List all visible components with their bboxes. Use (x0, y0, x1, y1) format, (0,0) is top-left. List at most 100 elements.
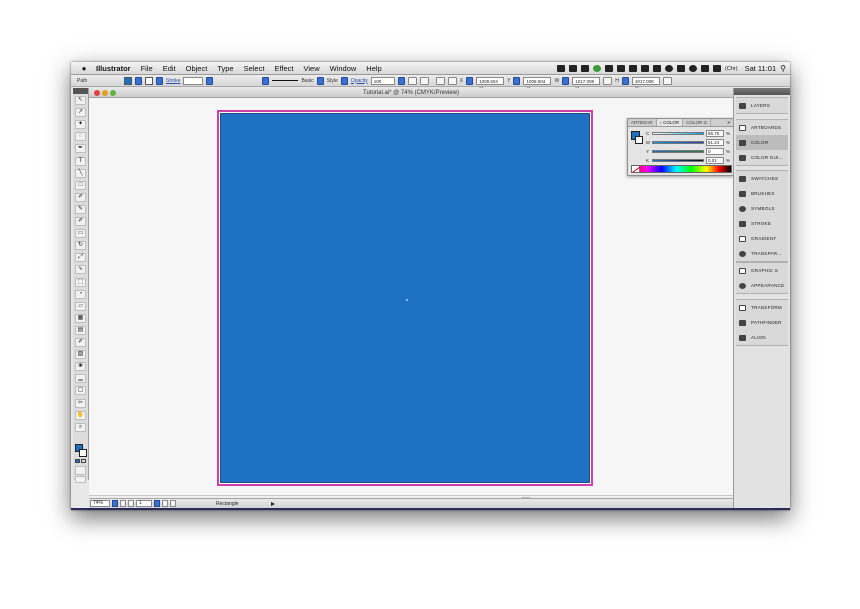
brush-dropdown[interactable] (316, 76, 324, 85)
slice-tool-icon[interactable]: ✂ (75, 398, 86, 408)
artboard-number-field[interactable]: 1 (136, 500, 152, 507)
stroke-weight-field[interactable] (183, 76, 204, 85)
next-artboard-button[interactable] (162, 500, 168, 507)
opacity-field[interactable]: 100 (370, 76, 395, 85)
black-value[interactable]: 0.01 (706, 157, 724, 164)
panel-menu-icon[interactable]: » (724, 119, 733, 126)
cyan-slider[interactable] (652, 132, 704, 135)
mesh-tool-icon[interactable]: ▦ (75, 313, 86, 323)
none-swatch-icon[interactable] (632, 166, 640, 172)
display-icon[interactable] (701, 65, 710, 72)
menu-help[interactable]: Help (361, 62, 386, 75)
transform-options-icon[interactable] (662, 76, 672, 85)
blend-tool-icon[interactable]: ▧ (75, 350, 86, 360)
menu-view[interactable]: View (298, 62, 324, 75)
dock-item-artboards[interactable]: ARTBOARDS (736, 120, 788, 135)
dock-header[interactable] (734, 88, 790, 95)
stroke-dropdown[interactable] (156, 76, 163, 85)
volume-icon[interactable] (677, 65, 686, 72)
h-field[interactable]: 1017.008 pt (631, 76, 660, 91)
x-field[interactable]: 1008.504 pt (476, 76, 505, 91)
status-icon[interactable] (665, 65, 674, 72)
type-tool-icon[interactable]: T (75, 156, 86, 166)
variable-width-dropdown[interactable] (262, 76, 270, 85)
menu-object[interactable]: Object (181, 62, 213, 75)
perspective-tool-icon[interactable]: ▱ (75, 301, 86, 311)
wifi-icon[interactable] (689, 65, 698, 72)
magic-wand-tool-icon[interactable]: ✦ (75, 120, 86, 130)
zoom-tool-icon[interactable]: ⌕ (75, 422, 86, 432)
w-field[interactable]: 1017.008 pt (572, 76, 601, 91)
first-artboard-button[interactable] (120, 500, 126, 507)
hand-tool-icon[interactable]: ✋ (75, 410, 86, 420)
fill-swatch[interactable] (124, 76, 132, 85)
style-dropdown[interactable] (340, 76, 348, 85)
status-icon[interactable] (557, 65, 566, 72)
h-stepper[interactable] (621, 76, 629, 85)
symbol-sprayer-tool-icon[interactable]: ❀ (75, 362, 86, 372)
eyedropper-tool-icon[interactable]: ✐ (75, 338, 86, 347)
dock-item-color[interactable]: COLOR (736, 135, 788, 150)
w-stepper[interactable] (562, 76, 570, 85)
dock-item-symbols[interactable]: SYMBOLS (736, 201, 788, 216)
screen-mode-icon[interactable] (75, 476, 86, 483)
opacity-link[interactable]: Opacity (351, 78, 368, 84)
x-stepper[interactable] (466, 76, 474, 85)
black-slider[interactable] (652, 159, 704, 162)
status-icon[interactable] (641, 65, 650, 72)
link-icon[interactable] (603, 76, 613, 85)
status-icon[interactable] (617, 65, 626, 72)
zoom-dropdown[interactable] (112, 500, 118, 507)
magenta-slider[interactable] (652, 141, 704, 144)
magenta-value[interactable]: 51.24 (706, 139, 724, 146)
column-graph-tool-icon[interactable]: ▁ (75, 374, 86, 384)
yellow-slider[interactable] (652, 150, 704, 153)
status-icon[interactable] (569, 65, 578, 72)
artboard[interactable] (217, 110, 593, 486)
direct-selection-tool-icon[interactable]: ↗ (75, 108, 86, 118)
blue-rectangle[interactable] (220, 113, 590, 483)
menu-type[interactable]: Type (212, 62, 238, 75)
status-menu-arrow[interactable] (270, 501, 275, 506)
clock[interactable]: Sat 11:01 (745, 64, 777, 73)
tools-panel-header[interactable] (73, 88, 88, 94)
shape-builder-tool-icon[interactable]: ◔ (75, 289, 86, 299)
dock-item-graphic-styles[interactable]: GRAPHIC S (736, 263, 788, 278)
panel-stroke-swatch[interactable] (635, 136, 643, 144)
transform-icon[interactable] (447, 76, 457, 85)
dock-item-align[interactable]: ALIGN (736, 330, 788, 345)
dock-item-brushes[interactable]: BRUSHES (736, 186, 788, 201)
status-icon[interactable] (593, 65, 602, 72)
stroke-weight-dropdown[interactable] (206, 76, 214, 85)
fill-dropdown[interactable] (135, 76, 142, 85)
dock-item-color-guide[interactable]: COLOR GUI... (736, 150, 788, 165)
dock-item-layers[interactable]: LAYERS (736, 98, 788, 113)
pen-tool-icon[interactable]: ✒ (75, 144, 86, 154)
artboard-dropdown[interactable] (154, 500, 160, 507)
yellow-value[interactable]: 0 (706, 148, 724, 155)
tab-artboards[interactable]: ARTBOAR (628, 119, 657, 126)
y-field[interactable]: 1008.504 pt (523, 76, 552, 91)
eraser-tool-icon[interactable]: ▭ (75, 229, 86, 239)
stroke-link[interactable]: Stroke (166, 78, 180, 84)
rotate-tool-icon[interactable]: ↻ (75, 241, 86, 251)
menu-illustrator[interactable]: Illustrator (91, 62, 136, 75)
zoom-field[interactable]: 74% (90, 500, 110, 507)
menu-edit[interactable]: Edit (158, 62, 181, 75)
selection-tool-icon[interactable]: ↖ (75, 96, 86, 105)
stroke-swatch[interactable] (145, 76, 153, 85)
opacity-dropdown[interactable] (397, 76, 405, 85)
y-stepper[interactable] (513, 76, 521, 85)
brush-preview[interactable] (272, 80, 299, 81)
scale-tool-icon[interactable]: ⤢ (75, 253, 86, 263)
dock-item-gradient[interactable]: GRADIENT (736, 231, 788, 246)
isolate-button[interactable] (419, 76, 429, 85)
recolor-button[interactable] (407, 76, 417, 85)
status-icon[interactable] (629, 65, 638, 72)
menu-file[interactable]: File (136, 62, 158, 75)
pencil-tool-icon[interactable]: ✎ (75, 204, 86, 214)
line-tool-icon[interactable]: ╲ (75, 168, 86, 178)
gradient-mode-icon[interactable] (81, 459, 86, 463)
status-icon[interactable] (653, 65, 662, 72)
dock-item-appearance[interactable]: APPEARANCE (736, 278, 788, 293)
